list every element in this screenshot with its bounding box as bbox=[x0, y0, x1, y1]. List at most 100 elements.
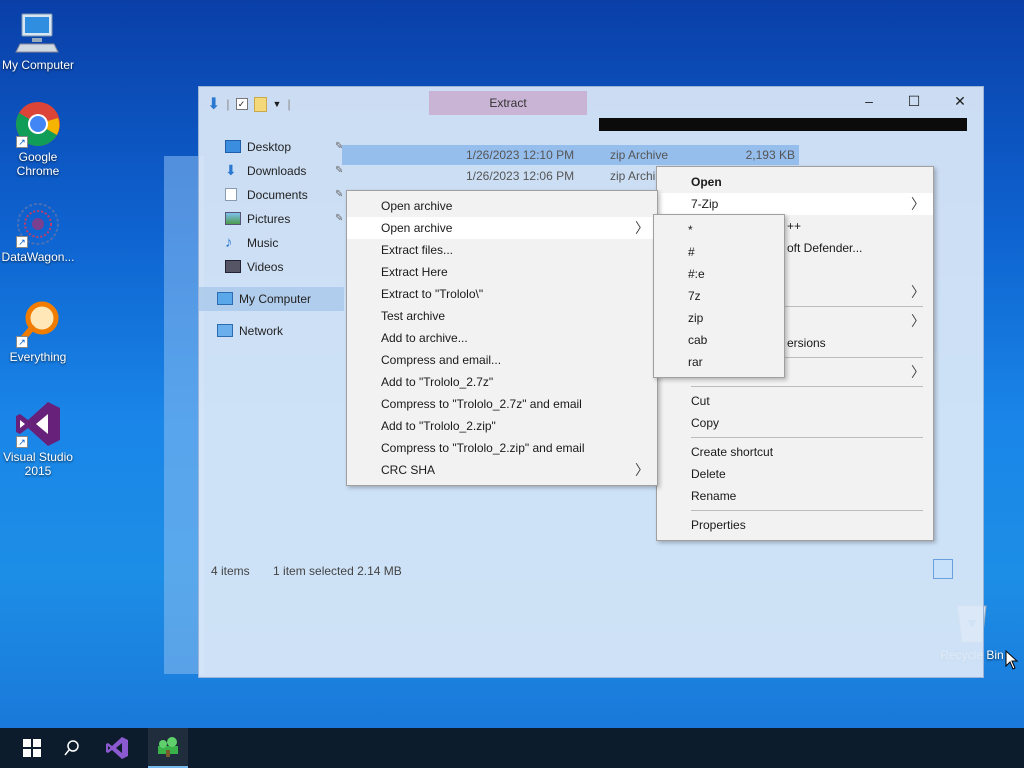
menu-item-format-cab[interactable]: cab bbox=[654, 329, 784, 351]
search-icon bbox=[64, 740, 79, 756]
nav-item-network[interactable]: Network bbox=[199, 319, 344, 343]
desktop-icon-label: My Computer bbox=[1, 58, 75, 72]
nav-item-label: Desktop bbox=[247, 140, 292, 154]
menu-item-format-any[interactable]: * bbox=[654, 219, 784, 241]
menu-item-label: CRC SHA bbox=[381, 463, 436, 477]
menu-item-add-zip[interactable]: Add to "Trololo_2.zip" bbox=[347, 415, 657, 437]
menu-item-test-archive[interactable]: Test archive bbox=[347, 305, 657, 327]
documents-icon bbox=[225, 188, 237, 201]
desktop-icon-label: Everything bbox=[9, 350, 67, 364]
menu-item-compress-7z-email[interactable]: Compress to "Trololo_2.7z" and email bbox=[347, 393, 657, 415]
nav-item-documents[interactable]: Documents ✎ bbox=[199, 183, 344, 207]
menu-item-crc-sha[interactable]: CRC SHA 〉 bbox=[347, 459, 657, 481]
menu-item-format-hash-e[interactable]: #:e bbox=[654, 263, 784, 285]
menu-item-add-to-archive[interactable]: Add to archive... bbox=[347, 327, 657, 349]
desktop-icon-google-chrome[interactable]: ↗ Google Chrome bbox=[0, 100, 76, 178]
file-size: 2,193 KB bbox=[745, 148, 795, 162]
desktop-icon-visual-studio[interactable]: ↗ Visual Studio 2015 bbox=[0, 400, 76, 478]
menu-item-label: Compress to "Trololo_2.zip" and email bbox=[381, 441, 585, 455]
nav-item-label: My Computer bbox=[239, 292, 312, 306]
checkbox-icon[interactable]: ✓ bbox=[235, 98, 248, 110]
folder-icon[interactable] bbox=[253, 96, 267, 112]
nav-item-music[interactable]: ♪ Music bbox=[199, 231, 344, 255]
download-arrow-icon[interactable]: ⬇ bbox=[207, 94, 220, 114]
title-bar[interactable]: ⬇ | ✓ ▼ | Extract – ☐ ✕ bbox=[199, 87, 983, 119]
desktop-icon-datawagon[interactable]: ↗ DataWagon... bbox=[0, 200, 76, 264]
nav-item-label: Documents bbox=[247, 188, 308, 202]
menu-item-label: Compress and email... bbox=[381, 353, 502, 367]
menu-separator bbox=[691, 386, 923, 387]
desktop-icon-everything[interactable]: ↗ Everything bbox=[0, 300, 76, 364]
shortcut-arrow-icon: ↗ bbox=[16, 236, 28, 248]
file-type: zip Archive bbox=[610, 148, 669, 162]
chevron-down-icon[interactable]: ▼ bbox=[273, 99, 282, 109]
search-button[interactable] bbox=[52, 728, 92, 768]
chevron-right-icon: 〉 bbox=[635, 220, 649, 236]
desktop-icon-my-computer[interactable]: My Computer bbox=[0, 8, 76, 72]
menu-item-label: 7-Zip bbox=[691, 197, 719, 211]
menu-item-create-shortcut[interactable]: Create shortcut bbox=[657, 441, 933, 463]
status-bar: 4 items 1 item selected 2.14 MB bbox=[211, 564, 422, 578]
menu-item-properties[interactable]: Properties bbox=[657, 514, 933, 536]
menu-item-format-zip[interactable]: zip bbox=[654, 307, 784, 329]
menu-item-extract-to[interactable]: Extract to "Trololo\" bbox=[347, 283, 657, 305]
menu-item-open[interactable]: Open bbox=[657, 171, 933, 193]
pin-icon: ✎ bbox=[335, 213, 344, 224]
chevron-right-icon: 〉 bbox=[911, 284, 925, 300]
nav-item-pictures[interactable]: Pictures ✎ bbox=[199, 207, 344, 231]
menu-item-format-hash[interactable]: # bbox=[654, 241, 784, 263]
mouse-cursor-icon bbox=[1005, 649, 1019, 673]
computer-icon bbox=[217, 292, 233, 305]
nav-item-label: Downloads bbox=[247, 164, 307, 178]
start-button[interactable] bbox=[12, 728, 52, 768]
large-icons-view-button[interactable] bbox=[955, 559, 975, 579]
nav-item-desktop[interactable]: Desktop ✎ bbox=[199, 135, 344, 159]
divider: | bbox=[287, 97, 291, 111]
nav-item-my-computer[interactable]: My Computer bbox=[199, 287, 344, 311]
menu-item-format-7z[interactable]: 7z bbox=[654, 285, 784, 307]
details-view-button[interactable] bbox=[933, 559, 953, 579]
menu-item-rename[interactable]: Rename bbox=[657, 485, 933, 507]
menu-item-label: Add to archive... bbox=[381, 331, 468, 345]
menu-item-open-archive-submenu[interactable]: Open archive 〉 bbox=[347, 217, 657, 239]
network-icon bbox=[217, 324, 233, 337]
address-bar-redacted bbox=[599, 118, 967, 131]
shortcut-arrow-icon: ↗ bbox=[16, 436, 28, 448]
nav-item-videos[interactable]: Videos bbox=[199, 255, 344, 279]
shortcut-arrow-icon: ↗ bbox=[16, 336, 28, 348]
file-row[interactable]: 1/26/2023 12:10 PM zip Archive 2,193 KB bbox=[342, 145, 799, 165]
close-button[interactable]: ✕ bbox=[945, 93, 975, 113]
nav-item-label: Videos bbox=[247, 260, 284, 274]
taskbar-7zip-explorer[interactable] bbox=[148, 728, 188, 768]
magnifier-icon: ↗ bbox=[14, 300, 62, 348]
menu-item-compress-email[interactable]: Compress and email... bbox=[347, 349, 657, 371]
file-date: 1/26/2023 12:06 PM bbox=[466, 169, 575, 183]
desktop-icon bbox=[225, 140, 241, 153]
quick-access-toolbar: ⬇ | ✓ ▼ | bbox=[207, 94, 291, 114]
menu-item-label: Extract Here bbox=[381, 265, 448, 279]
menu-item-label: Open archive bbox=[381, 221, 453, 235]
menu-item-compress-zip-email[interactable]: Compress to "Trololo_2.zip" and email bbox=[347, 437, 657, 459]
menu-item-format-rar[interactable]: rar bbox=[654, 351, 784, 373]
menu-item-7zip[interactable]: 7-Zip 〉 bbox=[657, 193, 933, 215]
nav-item-downloads[interactable]: ⬇ Downloads ✎ bbox=[199, 159, 344, 183]
menu-item-label: Add to "Trololo_2.7z" bbox=[381, 375, 494, 389]
menu-item-cut[interactable]: Cut bbox=[657, 390, 933, 412]
menu-item-delete[interactable]: Delete bbox=[657, 463, 933, 485]
taskbar-visual-studio[interactable] bbox=[97, 728, 137, 768]
chrome-icon: ↗ bbox=[14, 100, 62, 148]
file-date: 1/26/2023 12:10 PM bbox=[466, 148, 575, 162]
minimize-button[interactable]: – bbox=[854, 93, 884, 113]
menu-item-copy[interactable]: Copy bbox=[657, 412, 933, 434]
menu-item-extract-here[interactable]: Extract Here bbox=[347, 261, 657, 283]
windows-logo-icon bbox=[23, 739, 41, 757]
menu-item-extract-files[interactable]: Extract files... bbox=[347, 239, 657, 261]
desktop-icon-label: Visual Studio 2015 bbox=[3, 450, 73, 478]
open-archive-submenu: * # #:e 7z zip cab rar bbox=[653, 214, 785, 378]
taskbar bbox=[0, 728, 1024, 768]
maximize-button[interactable]: ☐ bbox=[899, 93, 929, 113]
menu-item-open-archive[interactable]: Open archive bbox=[347, 195, 657, 217]
menu-item-label: Compress to "Trololo_2.7z" and email bbox=[381, 397, 582, 411]
window-title: Extract bbox=[429, 91, 587, 115]
menu-item-add-7z[interactable]: Add to "Trololo_2.7z" bbox=[347, 371, 657, 393]
